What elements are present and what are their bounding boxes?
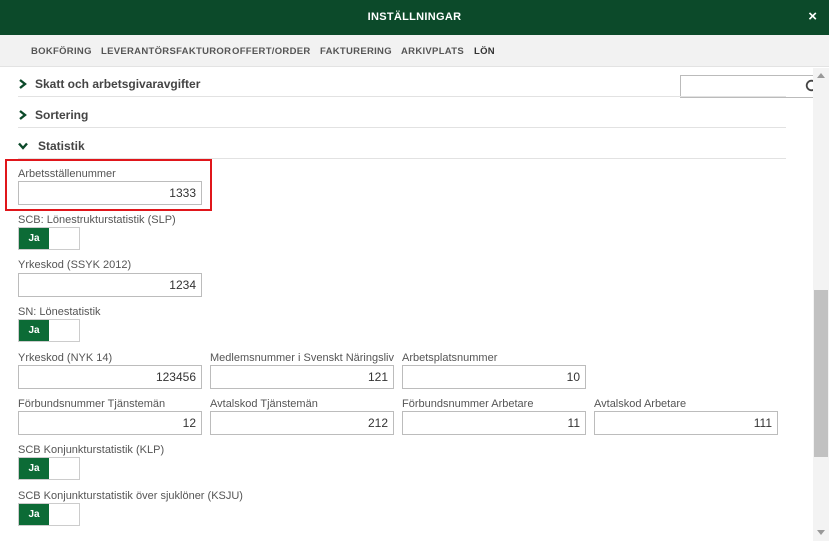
forbund-tjm-label: Förbundsnummer Tjänstemän: [18, 398, 166, 410]
tab-lon[interactable]: LÖN: [474, 46, 495, 57]
ksju-label: SCB Konjunkturstatistik över sjuklöner (…: [18, 490, 243, 502]
forbund-arb-input[interactable]: [402, 411, 586, 435]
arbetsplatsnummer-label: Arbetsplatsnummer: [402, 352, 498, 364]
toggle-on-label: Ja: [19, 504, 49, 525]
klp-label: SCB Konjunkturstatistik (KLP): [18, 444, 165, 456]
tab-bar: BOKFÖRING LEVERANTÖRSFAKTUROR OFFERT/ORD…: [0, 35, 829, 98]
ssyk-label: Yrkeskod (SSYK 2012): [18, 259, 132, 271]
toggle-on-label: Ja: [19, 228, 49, 249]
chevron-down-icon: [18, 142, 28, 150]
nyk-label: Yrkeskod (NYK 14): [18, 352, 113, 364]
window-title: INSTÄLLNINGAR: [367, 11, 462, 23]
chevron-right-icon: [19, 79, 27, 89]
section-label: Sortering: [35, 108, 89, 122]
sn-toggle[interactable]: Ja: [18, 319, 80, 342]
klp-toggle[interactable]: Ja: [18, 457, 80, 480]
section-label: Statistik: [38, 139, 85, 153]
tab-fakturering[interactable]: FAKTURERING: [320, 46, 392, 57]
nyk-input[interactable]: [18, 365, 202, 389]
ssyk-input[interactable]: [18, 273, 202, 297]
ksju-toggle[interactable]: Ja: [18, 503, 80, 526]
close-icon[interactable]: ×: [808, 9, 817, 25]
scrollbar-thumb[interactable]: [814, 290, 828, 457]
toggle-on-label: Ja: [19, 458, 49, 479]
chevron-right-icon: [19, 110, 27, 120]
active-tab-indicator: [483, 58, 497, 66]
medlemsnummer-label: Medlemsnummer i Svenskt Näringsliv: [210, 352, 394, 364]
title-bar: INSTÄLLNINGAR ×: [0, 0, 829, 35]
forbund-tjm-input[interactable]: [18, 411, 202, 435]
sn-label: SN: Lönestatistik: [18, 306, 101, 318]
avtal-tjm-input[interactable]: [210, 411, 394, 435]
avtal-arb-label: Avtalskod Arbetare: [594, 398, 687, 410]
tab-offert-order[interactable]: OFFERT/ORDER: [232, 46, 311, 57]
slp-label: SCB: Lönestrukturstatistik (SLP): [18, 214, 176, 226]
scroll-down-icon[interactable]: [817, 530, 825, 535]
tab-bokforing[interactable]: BOKFÖRING: [31, 46, 92, 57]
arbetsplatsnummer-input[interactable]: [402, 365, 586, 389]
scroll-up-icon[interactable]: [817, 73, 825, 78]
toggle-on-label: Ja: [19, 320, 49, 341]
slp-toggle[interactable]: Ja: [18, 227, 80, 250]
avtal-arb-input[interactable]: [594, 411, 778, 435]
highlight-box: [5, 159, 212, 211]
tab-arkivplats[interactable]: ARKIVPLATS: [401, 46, 464, 57]
forbund-arb-label: Förbundsnummer Arbetare: [402, 398, 534, 410]
section-label: Skatt och arbetsgivaravgifter: [35, 77, 201, 91]
settings-content: Skatt och arbetsgivaravgifter Sortering …: [0, 68, 813, 541]
vertical-scrollbar[interactable]: [813, 68, 829, 541]
section-sortering[interactable]: Sortering: [18, 105, 786, 128]
section-statistik[interactable]: Statistik: [18, 136, 786, 159]
medlemsnummer-input[interactable]: [210, 365, 394, 389]
avtal-tjm-label: Avtalskod Tjänstemän: [210, 398, 318, 410]
tab-leverantorsfakturor[interactable]: LEVERANTÖRSFAKTUROR: [101, 46, 231, 57]
section-skatt[interactable]: Skatt och arbetsgivaravgifter: [18, 74, 786, 97]
